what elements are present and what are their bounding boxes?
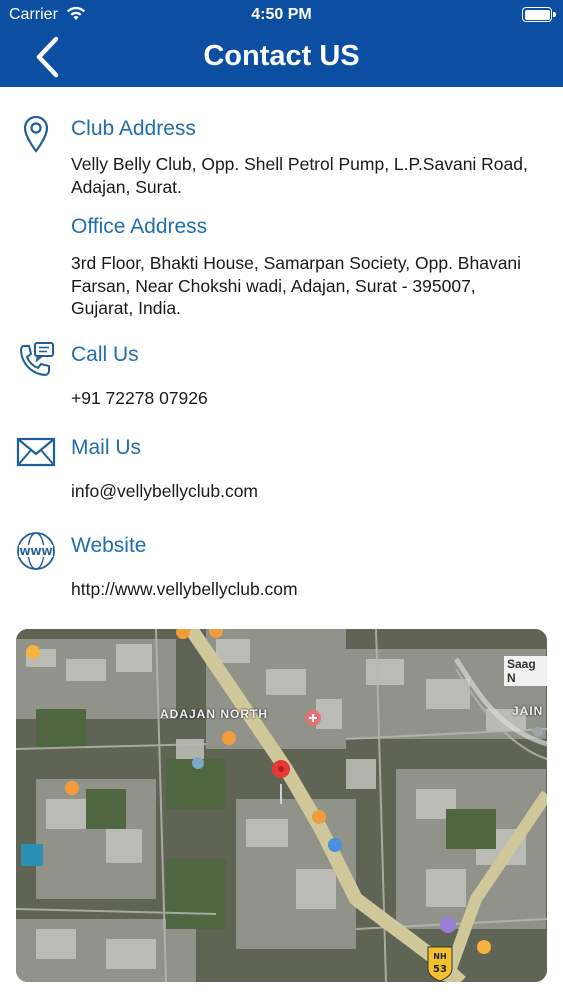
map-area-label: ADAJAN NORTH [160,707,268,721]
phone-number-link[interactable]: +91 72278 07926 [71,387,541,410]
map-road-label: Saag N [504,656,547,686]
website-link[interactable]: http://www.vellybellyclub.com [71,578,541,601]
envelope-icon [16,437,56,467]
call-us-title: Call Us [71,343,139,366]
website-title: Website [71,534,147,557]
status-bar: Carrier 4:50 PM [0,0,563,30]
nh-number: 53 [433,964,447,975]
office-address-title: Office Address [71,215,208,238]
club-address-text: Velly Belly Club, Opp. Shell Petrol Pump… [71,154,528,197]
office-address-text: 3rd Floor, Bhakti House, Samarpan Societ… [71,253,522,318]
location-pin-icon [23,115,49,153]
page-title: Contact US [203,40,360,72]
satellite-map[interactable]: NH 53 ADAJAN NORTH JAIN Saag N [16,629,547,982]
www-icon-text: WWW [19,547,52,558]
battery-icon [522,7,556,22]
map-image: NH 53 [16,629,547,982]
map-jain-label: JAIN [512,704,544,718]
status-time: 4:50 PM [251,6,312,23]
club-address-title: Club Address [71,117,196,140]
www-globe-icon: WWW [17,532,55,570]
mail-us-title: Mail Us [71,436,142,459]
email-link[interactable]: info@vellybellyclub.com [71,480,541,503]
nh-label: NH [433,952,446,961]
navigation-header: Carrier 4:50 PM Contact US [0,0,563,87]
phone-chat-icon [19,342,54,377]
